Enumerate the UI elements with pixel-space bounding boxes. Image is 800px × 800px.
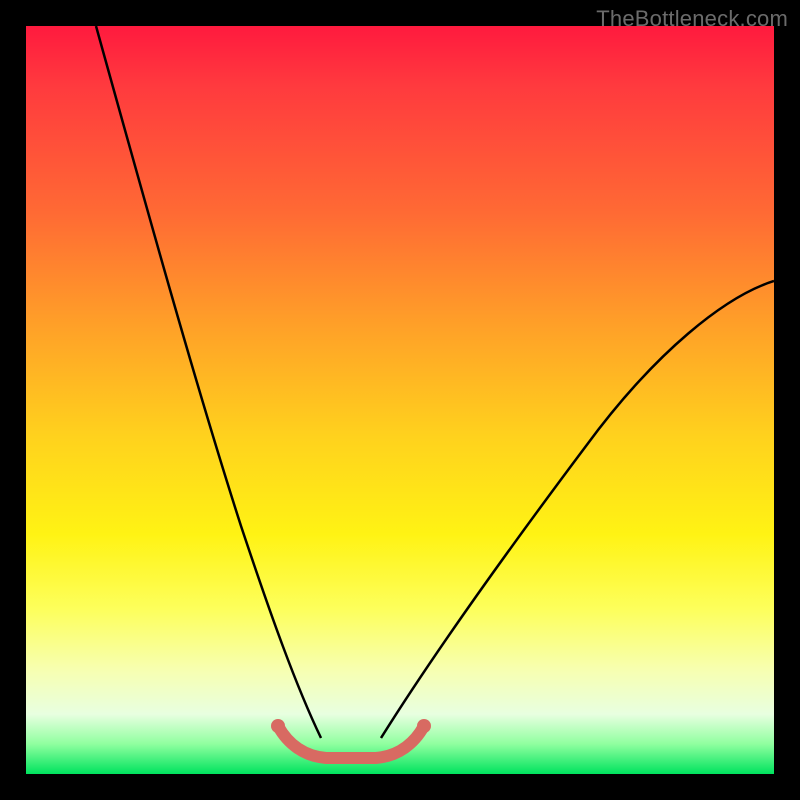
highlight-endpoint-left — [271, 719, 285, 733]
chart-canvas — [26, 26, 774, 774]
highlight-endpoint-right — [417, 719, 431, 733]
bottleneck-curve-right — [381, 281, 774, 738]
chart-frame — [26, 26, 774, 774]
bottleneck-curve-left — [96, 26, 321, 738]
bottleneck-highlight-band — [278, 726, 424, 758]
watermark-text: TheBottleneck.com — [596, 6, 788, 32]
